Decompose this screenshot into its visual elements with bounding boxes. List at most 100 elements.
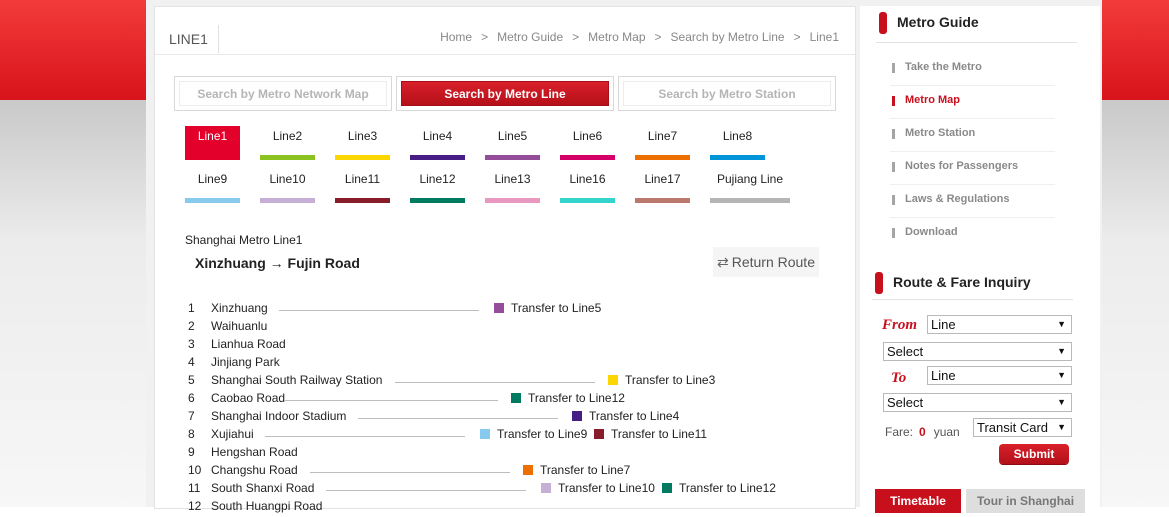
menu-metro-station[interactable]: Metro Station — [892, 127, 975, 139]
line-tab-line10[interactable]: Line10 — [260, 169, 315, 203]
transfer-link[interactable]: Transfer to Line9 — [480, 427, 587, 441]
station-name[interactable]: Caobao Road — [211, 391, 285, 405]
line-tab-line9[interactable]: Line9 — [185, 169, 240, 203]
menu-metro-map[interactable]: Metro Map — [892, 94, 960, 106]
line-tab-line13[interactable]: Line13 — [485, 169, 540, 203]
divider — [890, 118, 1055, 119]
breadcrumb-metro-guide[interactable]: Metro Guide — [497, 30, 563, 44]
station-number: 10 — [188, 463, 202, 477]
station-number: 4 — [188, 355, 195, 369]
station-name[interactable]: Lianhua Road — [211, 337, 286, 351]
station-name[interactable]: Jinjiang Park — [211, 355, 280, 369]
station-name[interactable]: Hengshan Road — [211, 445, 298, 459]
line-tab-line17[interactable]: Line17 — [635, 169, 690, 203]
line-tab-line3[interactable]: Line3 — [335, 126, 390, 160]
station-row[interactable]: 4 Jinjiang Park — [155, 355, 855, 373]
line-tab-label: Line13 — [494, 172, 531, 186]
station-row[interactable]: 7 Shanghai Indoor Stadium Transfer to Line… — [155, 409, 855, 427]
breadcrumb-search-by-line[interactable]: Search by Metro Line — [671, 30, 785, 44]
line-color-bar — [710, 198, 790, 203]
transfer-label: Transfer to Line9 — [497, 427, 588, 441]
line-tab-line16[interactable]: Line16 — [560, 169, 615, 203]
tab-search-network-map[interactable]: Search by Metro Network Map — [174, 76, 392, 111]
line-tab-line4[interactable]: Line4 — [410, 126, 465, 160]
section-marker — [875, 272, 883, 294]
station-name[interactable]: Shanghai South Railway Station — [211, 373, 382, 387]
station-row[interactable]: 9 Hengshan Road — [155, 445, 855, 463]
line-tab-line2[interactable]: Line2 — [260, 126, 315, 160]
submit-button[interactable]: Submit — [999, 444, 1069, 464]
divider — [876, 42, 1077, 43]
line-tab-line11[interactable]: Line11 — [335, 169, 390, 203]
station-row[interactable]: 8 Xujiahui Transfer to Line9 Transfer to Li… — [155, 427, 855, 445]
station-row[interactable]: 6 Caobao Road Transfer to Line12 — [155, 391, 855, 409]
connector-line — [395, 382, 595, 383]
station-name[interactable]: South Shanxi Road — [211, 481, 314, 495]
line-color-bar — [185, 198, 240, 203]
tab-search-metro-line[interactable]: Search by Metro Line — [396, 76, 614, 111]
station-name[interactable]: Shanghai Indoor Stadium — [211, 409, 346, 423]
line-tab-line7[interactable]: Line7 — [635, 126, 690, 160]
line-color-bar — [710, 155, 765, 160]
transfer-label: Transfer to Line12 — [528, 391, 625, 405]
station-number: 9 — [188, 445, 195, 459]
line-tab-pujiang-line[interactable]: Pujiang Line — [710, 169, 790, 203]
station-name[interactable]: Xujiahui — [211, 427, 254, 441]
transfer-label: Transfer to Line4 — [589, 409, 680, 423]
menu-notes-for-passengers[interactable]: Notes for Passengers — [892, 160, 1018, 172]
line-tab-line8[interactable]: Line8 — [710, 126, 765, 160]
station-row[interactable]: 2 Waihuanlu — [155, 319, 855, 337]
transfer-link[interactable]: Transfer to Line11 — [594, 427, 707, 441]
to-line-select[interactable]: Line ▼ — [927, 366, 1072, 385]
return-route-button[interactable]: ⇄ Return Route — [713, 247, 819, 277]
station-row[interactable]: 10 Changshu Road Transfer to Line7 — [155, 463, 855, 481]
line-tab-line12[interactable]: Line12 — [410, 169, 465, 203]
station-number: 7 — [188, 409, 195, 423]
route-fare-title: Route & Fare Inquiry — [893, 274, 1031, 290]
tab-timetable[interactable]: Timetable — [875, 489, 961, 513]
to-label: To — [891, 370, 907, 386]
from-station-select[interactable]: Select ▼ — [883, 342, 1072, 361]
connector-line — [285, 400, 498, 401]
transfer-link[interactable]: Transfer to Line7 — [523, 463, 630, 477]
line-tab-label: Line9 — [197, 172, 228, 186]
station-row[interactable]: 12 South Huangpi Road — [155, 499, 855, 517]
station-row[interactable]: 1 Xinzhuang Transfer to Line5 — [155, 301, 855, 319]
menu-take-the-metro[interactable]: Take the Metro — [892, 61, 982, 73]
tab-search-metro-station[interactable]: Search by Metro Station — [618, 76, 836, 111]
station-name[interactable]: South Huangpi Road — [211, 499, 322, 513]
station-row[interactable]: 5 Shanghai South Railway Station Transfer … — [155, 373, 855, 391]
line-tab-line1[interactable]: Line1 — [185, 126, 240, 160]
transfer-link[interactable]: Transfer to Line12 — [662, 481, 776, 495]
breadcrumb-current[interactable]: Line1 — [810, 30, 839, 44]
line-tab-line6[interactable]: Line6 — [560, 126, 615, 160]
transfer-link[interactable]: Transfer to Line10 — [541, 481, 655, 495]
transfer-link[interactable]: Transfer to Line12 — [511, 391, 625, 405]
fare-unit: yuan — [933, 425, 960, 439]
fare-value: 0 — [919, 425, 926, 439]
station-row[interactable]: 11 South Shanxi Road Transfer to Line10 Tra… — [155, 481, 855, 499]
card-type-select[interactable]: Transit Card ▼ — [973, 418, 1072, 437]
station-row[interactable]: 3 Lianhua Road — [155, 337, 855, 355]
breadcrumb-separator: > — [572, 30, 580, 44]
station-name[interactable]: Waihuanlu — [211, 319, 267, 333]
transfer-link[interactable]: Transfer to Line3 — [608, 373, 715, 387]
line-tab-label: Line5 — [497, 129, 528, 143]
breadcrumb-home[interactable]: Home — [440, 30, 472, 44]
transfer-link[interactable]: Transfer to Line5 — [494, 301, 601, 315]
station-name[interactable]: Changshu Road — [211, 463, 298, 477]
divider — [872, 299, 1073, 300]
menu-download[interactable]: Download — [892, 226, 958, 238]
line-color-bar — [560, 198, 615, 203]
line-color-bar — [485, 198, 540, 203]
from-label: From — [882, 317, 918, 333]
menu-laws-regulations[interactable]: Laws & Regulations — [892, 193, 1010, 205]
from-line-select[interactable]: Line ▼ — [927, 315, 1072, 334]
breadcrumb-metro-map[interactable]: Metro Map — [588, 30, 645, 44]
line-tab-label: Line1 — [197, 129, 228, 143]
to-station-select[interactable]: Select ▼ — [883, 393, 1072, 412]
transfer-link[interactable]: Transfer to Line4 — [572, 409, 679, 423]
tab-tour-in-shanghai[interactable]: Tour in Shanghai — [966, 489, 1085, 513]
line-tab-line5[interactable]: Line5 — [485, 126, 540, 160]
station-name[interactable]: Xinzhuang — [211, 301, 268, 315]
